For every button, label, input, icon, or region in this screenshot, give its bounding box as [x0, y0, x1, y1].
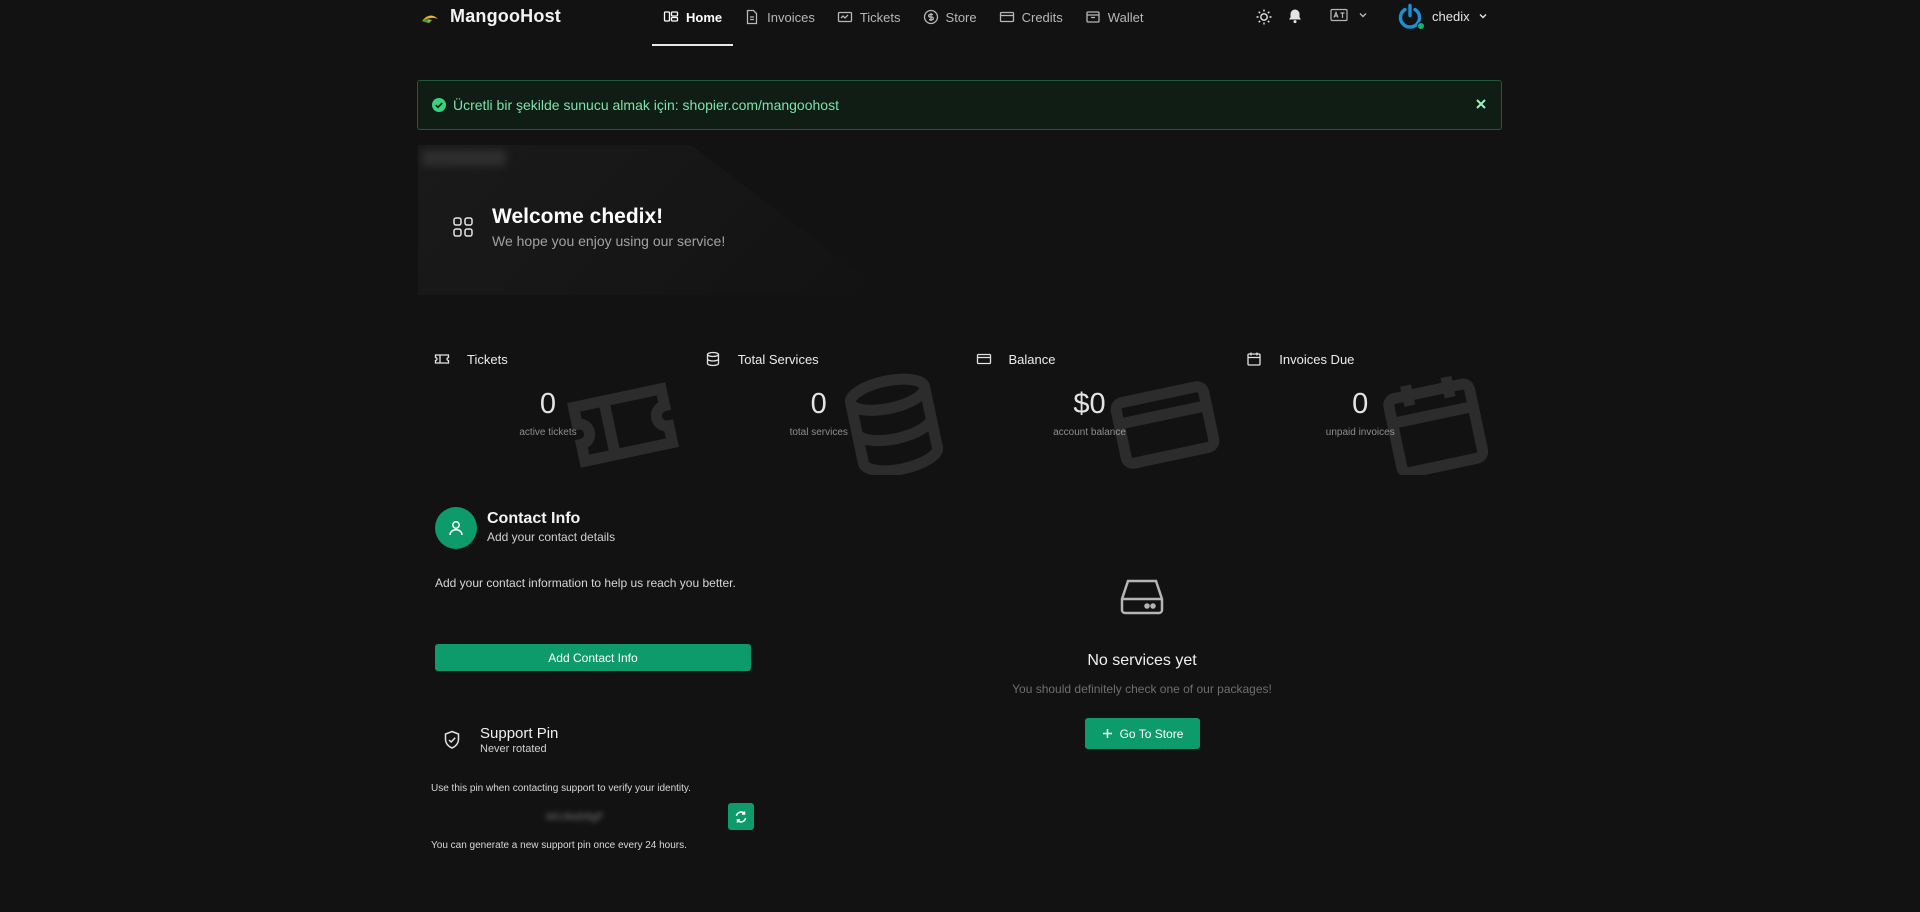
alert-message: Ücretli bir şekilde sunucu almak için: s… — [453, 97, 839, 113]
nav-invoices[interactable]: Invoices — [733, 0, 826, 34]
language-icon — [1330, 8, 1348, 22]
bell-icon[interactable] — [1287, 8, 1303, 24]
close-icon[interactable] — [1474, 97, 1488, 111]
stat-label: Tickets — [467, 351, 508, 367]
language-selector[interactable] — [1330, 8, 1368, 22]
go-to-store-button[interactable]: Go To Store — [1085, 718, 1200, 749]
contact-avatar — [435, 507, 477, 549]
nav-invoices-label: Invoices — [767, 9, 815, 25]
empty-services-subtitle: You should definitely check one of our p… — [1012, 682, 1272, 696]
refresh-pin-button[interactable] — [728, 803, 754, 830]
chevron-down-icon — [1359, 13, 1367, 18]
support-pin-value: kKUkeb9gF — [546, 811, 604, 823]
server-drive-icon — [1120, 579, 1164, 615]
welcome-title: Welcome chedix! — [492, 205, 664, 228]
brand[interactable]: MangooHost — [420, 6, 561, 27]
stat-tickets[interactable]: Tickets 0 active tickets — [418, 340, 689, 475]
nav-store-label: Store — [945, 9, 977, 25]
online-status-dot — [1417, 22, 1425, 30]
welcome-subtitle: We hope you enjoy using our service! — [492, 233, 726, 249]
calendar-icon — [1247, 352, 1261, 366]
nav-tickets[interactable]: Tickets — [826, 0, 912, 34]
empty-services-title: No services yet — [1087, 652, 1197, 669]
stats-row: Tickets 0 active tickets Total Services … — [418, 340, 1501, 475]
user-menu[interactable]: chedix — [1396, 2, 1488, 30]
contact-subtitle: Add your contact details — [487, 530, 616, 544]
ticket-icon — [837, 11, 852, 23]
support-pin-note: You can generate a new support pin once … — [431, 840, 687, 851]
stat-invoices-due[interactable]: Invoices Due 0 unpaid invoices — [1230, 340, 1501, 475]
blurred-label — [422, 150, 506, 166]
support-pin-subtitle: Never rotated — [480, 743, 547, 755]
top-navbar: MangooHost Home Invoices Tickets Store C… — [0, 0, 1920, 46]
plus-icon — [1102, 729, 1112, 738]
stat-label: Invoices Due — [1279, 351, 1355, 367]
user-icon — [449, 521, 463, 536]
stat-label: Total Services — [737, 351, 819, 367]
sun-icon[interactable] — [1255, 8, 1273, 26]
nav-wallet[interactable]: Wallet — [1074, 0, 1155, 34]
nav-store[interactable]: Store — [912, 0, 988, 34]
nav-wallet-label: Wallet — [1107, 9, 1144, 25]
nav-credits[interactable]: Credits — [988, 0, 1074, 34]
home-icon — [663, 11, 679, 22]
brand-name: MangooHost — [450, 6, 561, 26]
mango-logo-icon — [422, 14, 438, 23]
go-to-store-label: Go To Store — [1119, 726, 1184, 741]
nav-credits-label: Credits — [1021, 9, 1063, 25]
main-nav: Home Invoices Tickets Store Credits Wall… — [652, 0, 1154, 46]
credit-card-icon — [999, 11, 1014, 23]
calendar-watermark-icon — [1383, 375, 1489, 475]
database-watermark-icon — [844, 373, 943, 475]
refresh-icon — [735, 810, 747, 823]
credit-card-watermark-icon — [1110, 381, 1219, 469]
ticket-icon — [434, 354, 450, 364]
announcement-alert: Ücretli bir şekilde sunucu almak için: s… — [417, 80, 1502, 130]
credit-card-icon — [976, 353, 991, 365]
username: chedix — [1432, 8, 1470, 24]
grid-icon — [453, 217, 473, 237]
stat-balance[interactable]: Balance $0 account balance — [960, 340, 1231, 475]
avatar — [1396, 2, 1425, 30]
stat-label: Balance — [1008, 351, 1056, 367]
welcome-banner: Welcome chedix! We hope you enjoy using … — [452, 205, 725, 249]
shield-check-icon — [444, 730, 460, 749]
dollar-circle-icon — [923, 9, 938, 25]
support-pin-description: Use this pin when contacting support to … — [431, 783, 691, 794]
contact-title: Contact Info — [487, 510, 581, 527]
stat-total-services[interactable]: Total Services 0 total services — [689, 340, 960, 475]
nav-home[interactable]: Home — [652, 0, 734, 46]
wallet-icon — [1086, 11, 1100, 23]
chevron-down-icon — [1479, 14, 1487, 19]
nav-home-label: Home — [686, 9, 723, 25]
contact-description: Add your contact information to help us … — [435, 576, 736, 590]
ticket-watermark-icon — [567, 382, 679, 468]
nav-tickets-label: Tickets — [859, 9, 901, 25]
database-icon — [706, 351, 719, 367]
check-circle-icon — [432, 98, 446, 112]
invoice-icon — [746, 9, 758, 25]
add-contact-info-button[interactable]: Add Contact Info — [435, 644, 751, 671]
support-pin-title: Support Pin — [480, 725, 559, 742]
